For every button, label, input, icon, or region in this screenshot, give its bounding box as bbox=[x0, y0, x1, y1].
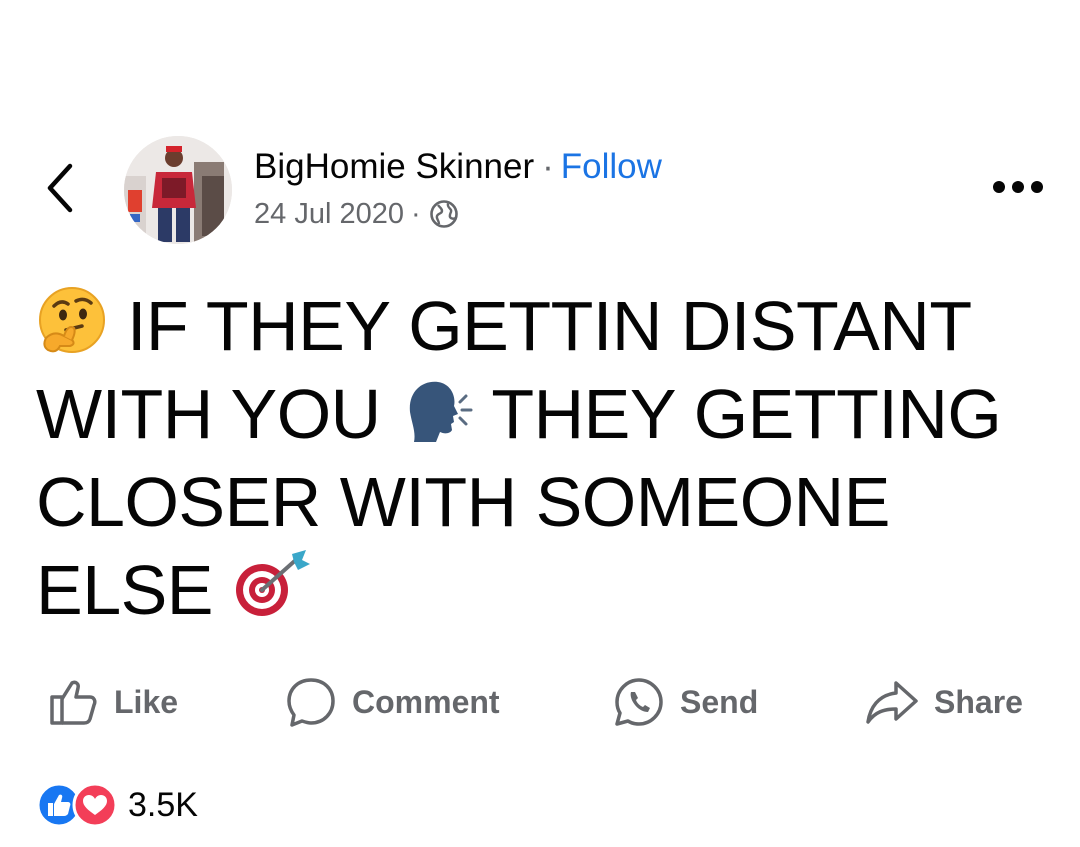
post-text-line-3: CLOSER WITH SOMEONE bbox=[36, 458, 1046, 546]
more-dots-icon bbox=[993, 181, 1043, 193]
post-text-line-4: ELSE bbox=[36, 546, 1046, 634]
author-line: BigHomie Skinner · Follow bbox=[254, 145, 662, 189]
like-label: Like bbox=[114, 683, 179, 720]
thinking-face-icon bbox=[36, 284, 108, 376]
post-action-bar: Like Comment Send Share bbox=[0, 672, 1080, 732]
share-button[interactable]: Share bbox=[864, 672, 1023, 732]
speaking-head-icon bbox=[400, 376, 474, 464]
post-text-segment-1: IF THEY GETTIN DISTANT bbox=[126, 287, 972, 365]
thumbs-up-icon bbox=[50, 680, 97, 725]
comment-label: Comment bbox=[352, 683, 500, 720]
post-text-line-2: WITH YOU THEY GETTING bbox=[36, 370, 1046, 458]
post-text-segment-5: ELSE bbox=[36, 551, 214, 629]
share-arrow-icon bbox=[866, 681, 918, 724]
follow-button[interactable]: Follow bbox=[561, 147, 662, 186]
send-button[interactable]: Send bbox=[612, 672, 758, 732]
chevron-left-icon bbox=[47, 163, 73, 213]
post-date[interactable]: 24 Jul 2020 bbox=[254, 196, 404, 232]
post-text: IF THEY GETTIN DISTANT WITH YOU THEY GET… bbox=[36, 282, 1046, 634]
post-text-segment-3: THEY GETTING bbox=[491, 375, 1002, 453]
send-label: Send bbox=[680, 683, 759, 720]
more-options-button[interactable] bbox=[990, 176, 1046, 198]
post-meta: 24 Jul 2020 · bbox=[254, 196, 459, 232]
like-button[interactable]: Like bbox=[46, 672, 178, 732]
comment-button[interactable]: Comment bbox=[284, 672, 500, 732]
avatar[interactable] bbox=[124, 136, 232, 244]
avatar-image bbox=[124, 136, 232, 244]
separator-dot: · bbox=[542, 147, 554, 186]
globe-icon[interactable] bbox=[429, 199, 459, 229]
reactions-summary[interactable]: 3.5K bbox=[36, 782, 198, 828]
post-text-segment-4: CLOSER WITH SOMEONE bbox=[36, 463, 890, 541]
reaction-count: 3.5K bbox=[128, 785, 198, 824]
back-button[interactable] bbox=[40, 160, 80, 216]
meta-separator: · bbox=[410, 198, 421, 230]
direct-hit-icon bbox=[232, 548, 312, 640]
comment-bubble-icon bbox=[287, 678, 335, 727]
love-reaction-icon bbox=[72, 782, 118, 828]
post-text-line-1: IF THEY GETTIN DISTANT bbox=[36, 282, 1046, 370]
share-label: Share bbox=[934, 683, 1023, 720]
author-name[interactable]: BigHomie Skinner bbox=[254, 147, 534, 186]
post-text-segment-2: WITH YOU bbox=[36, 375, 381, 453]
whatsapp-icon bbox=[615, 678, 663, 726]
